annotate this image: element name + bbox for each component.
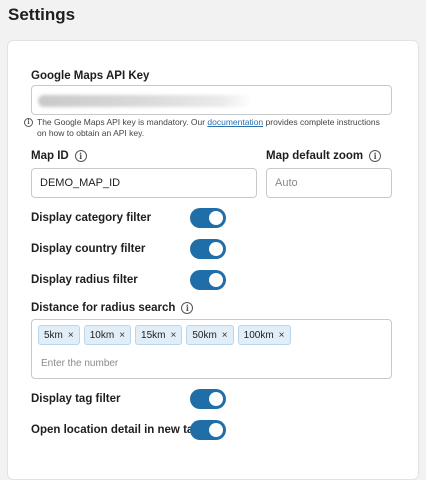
toggle-tag-label-text: Display tag filter — [31, 393, 121, 405]
map-zoom-label: Map default zoom i — [266, 150, 382, 162]
radius-number-input[interactable]: Enter the number — [41, 358, 118, 369]
toggle-new-tab-label-text: Open location detail in new tab — [31, 424, 201, 436]
map-zoom-label-text: Map default zoom — [266, 150, 364, 162]
api-key-input[interactable] — [31, 85, 392, 115]
page-title: Settings — [8, 5, 76, 24]
toggle-country-label: Display country filter — [31, 243, 145, 255]
map-id-label: Map ID i — [31, 150, 87, 162]
map-id-info-icon[interactable]: i — [74, 150, 87, 162]
map-id-value: DEMO_MAP_ID — [40, 177, 121, 189]
toggle-new-tab-label: Open location detail in new tab — [31, 424, 200, 436]
radius-tag: 10km × — [83, 325, 132, 345]
map-id-label-text: Map ID — [31, 150, 69, 162]
map-zoom-placeholder: Auto — [275, 177, 298, 189]
map-id-input[interactable]: DEMO_MAP_ID — [31, 168, 257, 198]
toggle-radius-label-text: Display radius filter — [31, 274, 138, 286]
map-zoom-input[interactable]: Auto — [266, 168, 392, 198]
radius-tag: 50km × — [186, 325, 234, 345]
api-key-help-text: The Google Maps API key is mandatory. Ou… — [37, 117, 380, 138]
radius-tag: 15km × — [135, 325, 183, 345]
map-zoom-info-icon[interactable]: i — [369, 150, 382, 162]
toggle-radius-switch[interactable] — [190, 270, 226, 290]
remove-tag-icon[interactable]: × — [279, 330, 285, 341]
toggle-country-label-text: Display country filter — [31, 243, 146, 255]
remove-tag-icon[interactable]: × — [119, 330, 125, 341]
api-key-label-text: Google Maps API Key — [31, 70, 150, 82]
api-key-masked-value — [38, 95, 253, 107]
radius-search-label-text: Distance for radius search — [31, 302, 176, 314]
toggle-new-tab-switch[interactable] — [190, 420, 226, 440]
toggle-category-label-text: Display category filter — [31, 212, 152, 224]
remove-tag-icon[interactable]: × — [68, 330, 74, 341]
radius-tag-list: 5km × 10km × 15km × 50km × 100km × — [38, 325, 291, 345]
api-key-help: i The Google Maps API key is mandatory. … — [24, 117, 384, 139]
remove-tag-icon[interactable]: × — [171, 330, 177, 341]
info-icon: i — [24, 118, 33, 127]
toggle-category-switch[interactable] — [190, 208, 226, 228]
toggle-tag-label: Display tag filter — [31, 393, 120, 405]
radius-tags-input[interactable]: 5km × 10km × 15km × 50km × 100km × Enter the … — [31, 319, 392, 379]
toggle-tag-switch[interactable] — [190, 389, 226, 409]
radius-search-info-icon[interactable]: i — [181, 302, 194, 314]
radius-tag: 5km × — [38, 325, 80, 345]
toggle-category-label: Display category filter — [31, 212, 151, 224]
documentation-link[interactable]: documentation — [207, 117, 263, 127]
toggle-country-switch[interactable] — [190, 239, 226, 259]
radius-search-label: Distance for radius search i — [31, 302, 194, 314]
radius-tag: 100km × — [237, 325, 291, 345]
remove-tag-icon[interactable]: × — [222, 330, 228, 341]
api-key-label: Google Maps API Key — [31, 70, 149, 82]
toggle-radius-label: Display radius filter — [31, 274, 138, 286]
